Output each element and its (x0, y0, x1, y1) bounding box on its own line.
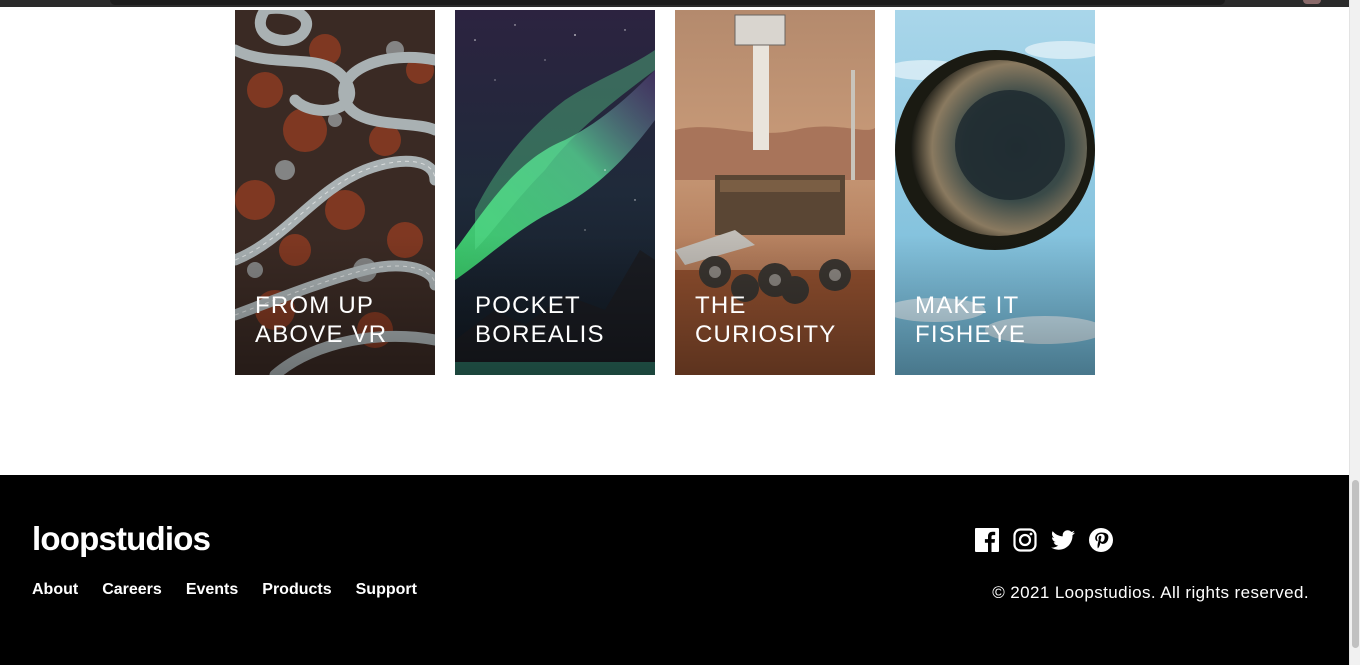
footer-link-products[interactable]: Products (262, 580, 331, 600)
footer-logo[interactable]: loopstudios (32, 519, 211, 559)
creation-title: MAKE IT FISHEYE (915, 292, 1027, 348)
footer-link-about[interactable]: About (32, 580, 78, 600)
site-footer: loopstudios About Careers Events Product… (0, 475, 1349, 665)
creation-card-make-it-fisheye[interactable]: MAKE IT FISHEYE (895, 10, 1095, 375)
creation-card-from-up-above-vr[interactable]: FROM UP ABOVE VR (235, 10, 435, 375)
pinterest-icon[interactable] (1089, 528, 1113, 552)
scrollbar-thumb[interactable] (1352, 480, 1359, 648)
footer-link-careers[interactable]: Careers (102, 580, 162, 600)
footer-link-support[interactable]: Support (356, 580, 417, 600)
twitter-icon[interactable] (1051, 528, 1075, 552)
copyright-text: © 2021 Loopstudios. All rights reserved. (992, 583, 1309, 602)
page-scrollbar[interactable] (1349, 0, 1360, 665)
facebook-icon[interactable] (975, 528, 999, 552)
browser-top-strip (0, 0, 1360, 10)
creations-grid: FROM UP ABOVE VR POCKET BOREALIS THE CUR… (235, 10, 1095, 375)
creation-title: FROM UP ABOVE VR (255, 292, 388, 348)
browser-profile-avatar-edge (1303, 0, 1321, 4)
browser-address-bar-edge (110, 0, 1225, 5)
creation-title: POCKET BOREALIS (475, 292, 605, 348)
creation-card-pocket-borealis[interactable]: POCKET BOREALIS (455, 10, 655, 375)
social-links (975, 528, 1113, 552)
footer-link-events[interactable]: Events (186, 580, 238, 600)
instagram-icon[interactable] (1013, 528, 1037, 552)
footer-nav: About Careers Events Products Support (32, 580, 417, 600)
creation-card-the-curiosity[interactable]: THE CURIOSITY (675, 10, 875, 375)
creation-title: THE CURIOSITY (695, 292, 837, 348)
